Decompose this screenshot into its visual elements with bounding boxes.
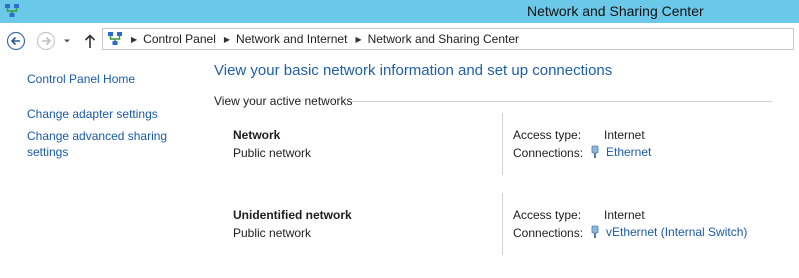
vethernet-connection-link[interactable]: vEthernet (Internal Switch) — [590, 225, 747, 239]
connections-label: Connections: — [513, 226, 584, 240]
section-label: View your active networks — [214, 94, 353, 108]
up-button[interactable] — [80, 31, 100, 51]
title-bar: Network and Sharing Center — [0, 0, 799, 23]
chevron-down-icon — [64, 39, 70, 43]
access-type-value: Internet — [604, 208, 645, 222]
breadcrumb-control-panel[interactable]: Control Panel — [143, 32, 216, 46]
network-name: Unidentified network — [233, 208, 352, 222]
ethernet-connection-link[interactable]: Ethernet — [590, 145, 651, 159]
back-arrow-icon — [6, 31, 26, 51]
up-arrow-icon — [84, 34, 96, 48]
network-category: Public network — [233, 146, 312, 160]
network-center-icon — [5, 4, 19, 17]
ethernet-icon — [591, 225, 599, 238]
network-divider — [502, 113, 503, 175]
forward-arrow-icon — [36, 31, 56, 51]
connections-label: Connections: — [513, 146, 584, 160]
connection-name[interactable]: Ethernet — [606, 145, 651, 159]
access-type-label: Access type: — [513, 208, 582, 222]
network-entry: Unidentified network Public network Acce… — [214, 193, 784, 278]
network-category: Public network — [233, 226, 312, 240]
network-name: Network — [233, 128, 281, 142]
address-bar[interactable]: ▶ Control Panel ▶ Network and Internet ▶… — [102, 28, 794, 50]
breadcrumb-separator-icon[interactable]: ▶ — [355, 35, 361, 44]
navigation-bar: ▶ Control Panel ▶ Network and Internet ▶… — [0, 23, 799, 57]
recent-locations-button[interactable] — [61, 35, 73, 47]
change-adapter-settings-link[interactable]: Change adapter settings — [27, 106, 158, 122]
network-center-icon — [108, 32, 122, 45]
breadcrumb-network-and-sharing-center[interactable]: Network and Sharing Center — [368, 32, 519, 46]
ethernet-icon — [591, 145, 599, 158]
section-divider — [352, 101, 772, 102]
access-type-label: Access type: — [513, 128, 582, 142]
forward-button[interactable] — [36, 31, 56, 51]
page-title: View your basic network information and … — [214, 62, 613, 79]
breadcrumb-separator-icon[interactable]: ▶ — [224, 35, 230, 44]
control-panel-home-link[interactable]: Control Panel Home — [27, 71, 135, 87]
breadcrumb-network-and-internet[interactable]: Network and Internet — [236, 32, 347, 46]
back-button[interactable] — [6, 31, 26, 51]
breadcrumb-separator-icon[interactable]: ▶ — [131, 35, 137, 44]
network-divider — [502, 193, 503, 255]
window-title: Network and Sharing Center — [527, 3, 704, 19]
access-type-value: Internet — [604, 128, 645, 142]
network-entry: Network Public network Access type: Inte… — [214, 113, 784, 198]
change-advanced-sharing-settings-link[interactable]: Change advanced sharing settings — [27, 128, 177, 160]
connection-name[interactable]: vEthernet (Internal Switch) — [606, 225, 747, 239]
